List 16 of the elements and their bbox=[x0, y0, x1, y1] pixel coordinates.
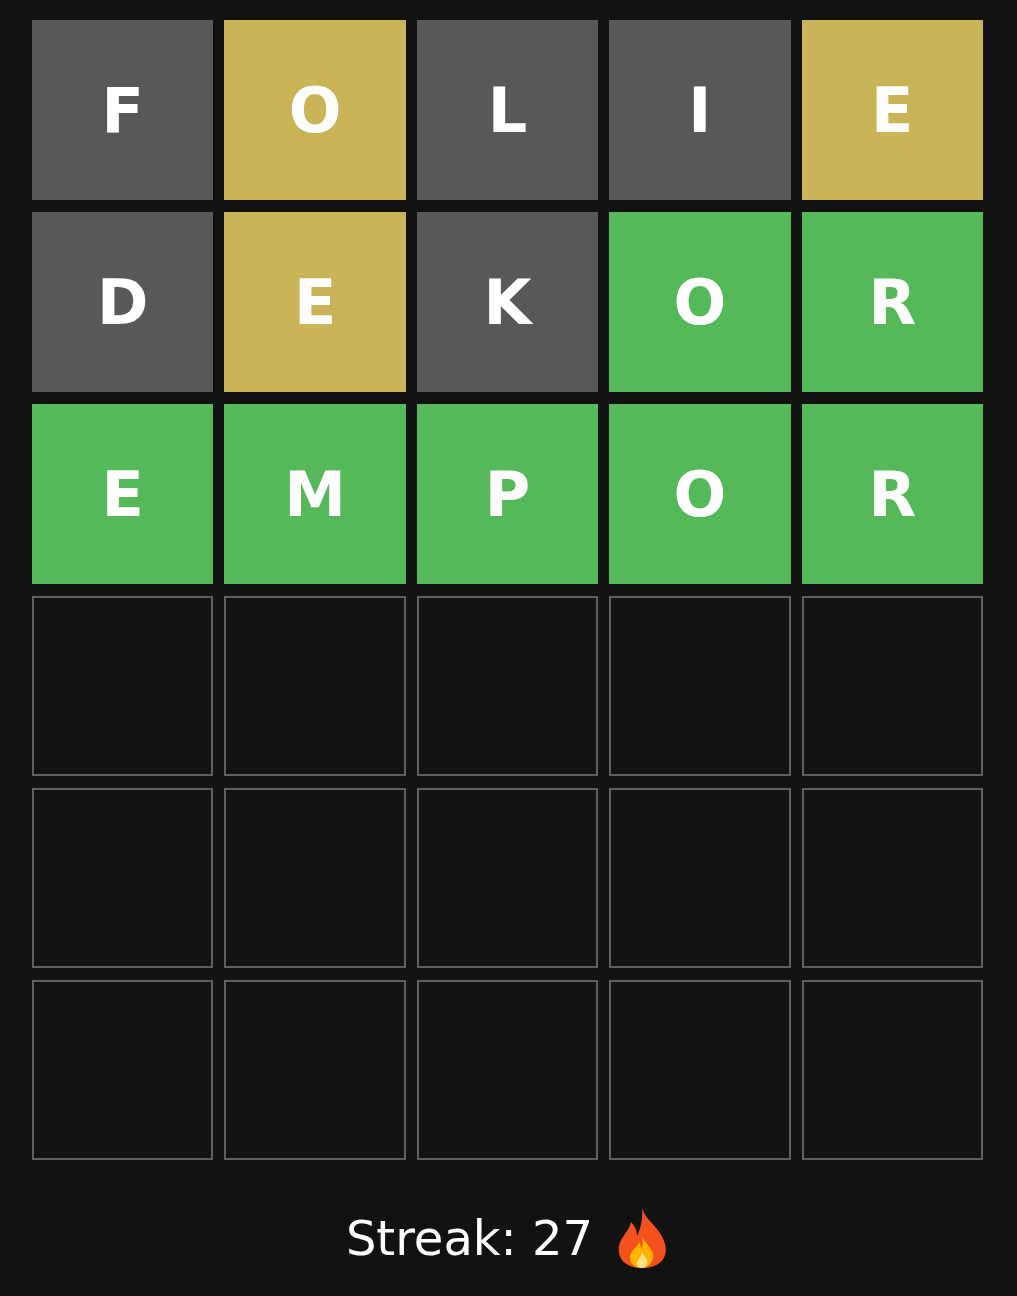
letter-tile: D bbox=[32, 212, 214, 392]
streak-counter: Streak: 27 bbox=[345, 1210, 594, 1266]
letter-tile: R bbox=[801, 212, 983, 392]
letter-tile: R bbox=[801, 404, 983, 584]
letter-tile: O bbox=[609, 212, 791, 392]
letter-tile: K bbox=[416, 212, 599, 392]
letter-tile: P bbox=[416, 404, 599, 584]
letter-tile: M bbox=[224, 404, 406, 584]
letter-tile: O bbox=[609, 404, 791, 584]
letter-tile: L bbox=[416, 20, 599, 200]
letter-tile: O bbox=[224, 20, 406, 200]
letter-tile: E bbox=[32, 404, 214, 584]
letter-tile: E bbox=[801, 20, 983, 200]
letter-tile: E bbox=[224, 212, 406, 392]
letter-tile: F bbox=[32, 20, 214, 200]
letter-tile: I bbox=[609, 20, 791, 200]
